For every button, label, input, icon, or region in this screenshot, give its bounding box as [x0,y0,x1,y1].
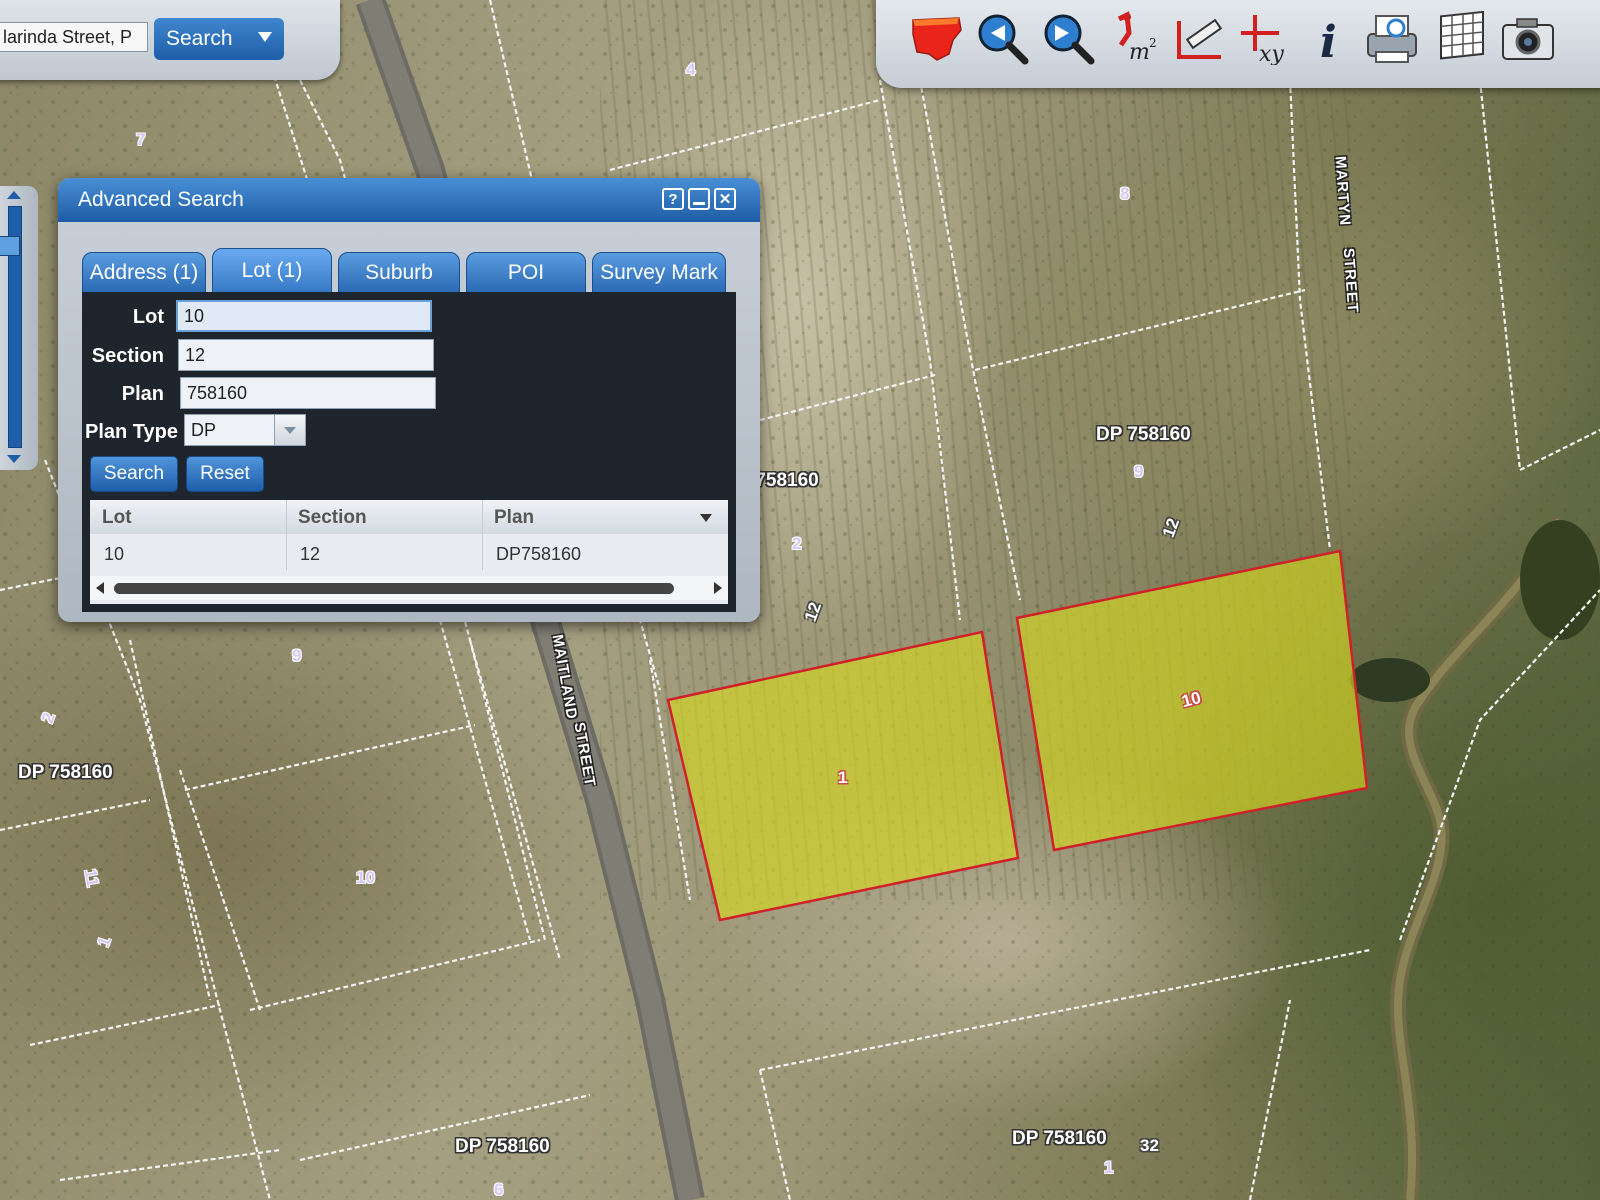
help-icon[interactable]: ? [662,188,684,210]
dp-label: DP 758160 [1012,1128,1107,1149]
address-search-bar: Search [0,0,340,80]
address-search-input[interactable] [0,22,148,52]
print-tool[interactable] [1362,8,1422,68]
lot-number: 10 [356,868,375,887]
nsw-map-icon [912,17,962,61]
section-label: Section [91,345,164,367]
map-toolbar: m 2 xy i [876,0,1600,88]
lot-number: 1 [1104,1158,1114,1177]
scroll-left-icon[interactable] [96,582,104,594]
svg-text:xy: xy [1259,42,1284,65]
column-header-section[interactable]: Section [298,507,367,529]
lot-label: Lot [132,306,164,328]
svg-text:i: i [1320,17,1337,65]
zoom-slider[interactable] [0,186,38,470]
dialog-titlebar[interactable]: Advanced Search ? ✕ [58,178,760,222]
zoom-forward-icon [1044,14,1095,65]
lot-number-selected: 1 [838,768,848,787]
column-header-plan[interactable]: Plan [494,507,534,529]
address-search-button-label: Search [166,27,233,50]
scrollbar-thumb[interactable] [114,583,674,594]
table-row[interactable]: 10 12 DP758160 [90,536,728,572]
reset-button[interactable]: Reset [186,456,264,492]
horizontal-scrollbar[interactable] [90,576,728,600]
zoom-slider-thumb[interactable] [0,236,20,256]
dialog-title: Advanced Search [78,188,244,211]
printer-icon [1367,15,1417,63]
plan-type-select[interactable]: DP [184,414,306,446]
svg-text:m: m [1129,40,1150,65]
address-search-button[interactable]: Search [154,18,284,60]
lot-input[interactable] [176,300,432,332]
dp-label: DP 758160 [455,1136,550,1157]
lot-number: 6 [494,1180,504,1199]
close-icon[interactable]: ✕ [714,188,736,210]
cell-section: 12 [300,544,321,564]
lot-number: 9 [1134,462,1144,481]
column-header-lot[interactable]: Lot [102,507,132,529]
lot-search-panel: Lot Section Plan Plan Type DP Search Res… [82,292,736,612]
lot-number: 7 [136,130,146,149]
plan-input[interactable] [180,377,436,409]
plan-type-value: DP [191,420,217,440]
tab-address[interactable]: Address (1) [82,252,206,294]
lot-number: 32 [1140,1136,1159,1155]
chevron-down-icon[interactable] [4,452,24,466]
lot-number: 2 [792,534,802,553]
cell-lot: 10 [104,544,125,564]
zoom-next-tool[interactable] [1038,8,1098,68]
zoom-previous-tool[interactable] [972,8,1032,68]
search-button[interactable]: Search [90,456,178,492]
ruler-icon [1177,18,1223,59]
camera-icon [1502,18,1554,60]
measure-area-icon: m 2 [1117,11,1157,65]
svg-text:2: 2 [1149,36,1157,50]
grid-table-icon [1440,11,1484,60]
results-table-header: Lot Section Plan [90,500,728,534]
sort-descending-icon[interactable] [700,514,712,522]
tab-poi[interactable]: POI [466,252,586,294]
scroll-right-icon[interactable] [714,582,722,594]
identify-tool[interactable]: i [1300,8,1360,68]
lot-number: 9 [292,646,302,665]
measure-distance-tool[interactable] [1170,8,1230,68]
lot-number: 4 [686,60,696,79]
dp-label: DP 758160 [18,762,113,783]
measure-area-tool[interactable]: m 2 [1104,8,1164,68]
tree-cluster [1350,658,1430,702]
tab-lot[interactable]: Lot (1) [212,248,332,294]
cell-plan: DP758160 [496,544,582,564]
table-tool[interactable] [1432,8,1492,68]
coordinates-tool[interactable]: xy [1236,8,1296,68]
dp-label: DP 758160 [1096,424,1191,445]
advanced-search-dialog: Advanced Search ? ✕ Address (1) Lot (1) … [58,178,760,622]
section-input[interactable] [178,339,434,371]
minimize-icon[interactable] [688,188,710,210]
tree-cluster [1520,520,1600,640]
results-table: Lot Section Plan 10 12 DP758160 [90,500,728,604]
info-icon: i [1320,17,1337,65]
plan-type-label: Plan Type [85,421,178,443]
lot-number: 8 [1120,184,1130,203]
xy-coordinate-icon: xy [1241,15,1284,65]
nsw-home-tool[interactable] [906,8,966,68]
tab-survey-mark[interactable]: Survey Mark [592,252,726,294]
tab-suburb[interactable]: Suburb [338,252,460,294]
snapshot-tool[interactable] [1498,8,1558,68]
chevron-down-icon[interactable] [274,415,305,445]
chevron-up-icon[interactable] [4,188,24,202]
zoom-back-icon [978,14,1029,65]
chevron-down-icon[interactable] [258,32,272,42]
plan-label: Plan [121,383,164,405]
lot-number: 11 [80,867,103,889]
